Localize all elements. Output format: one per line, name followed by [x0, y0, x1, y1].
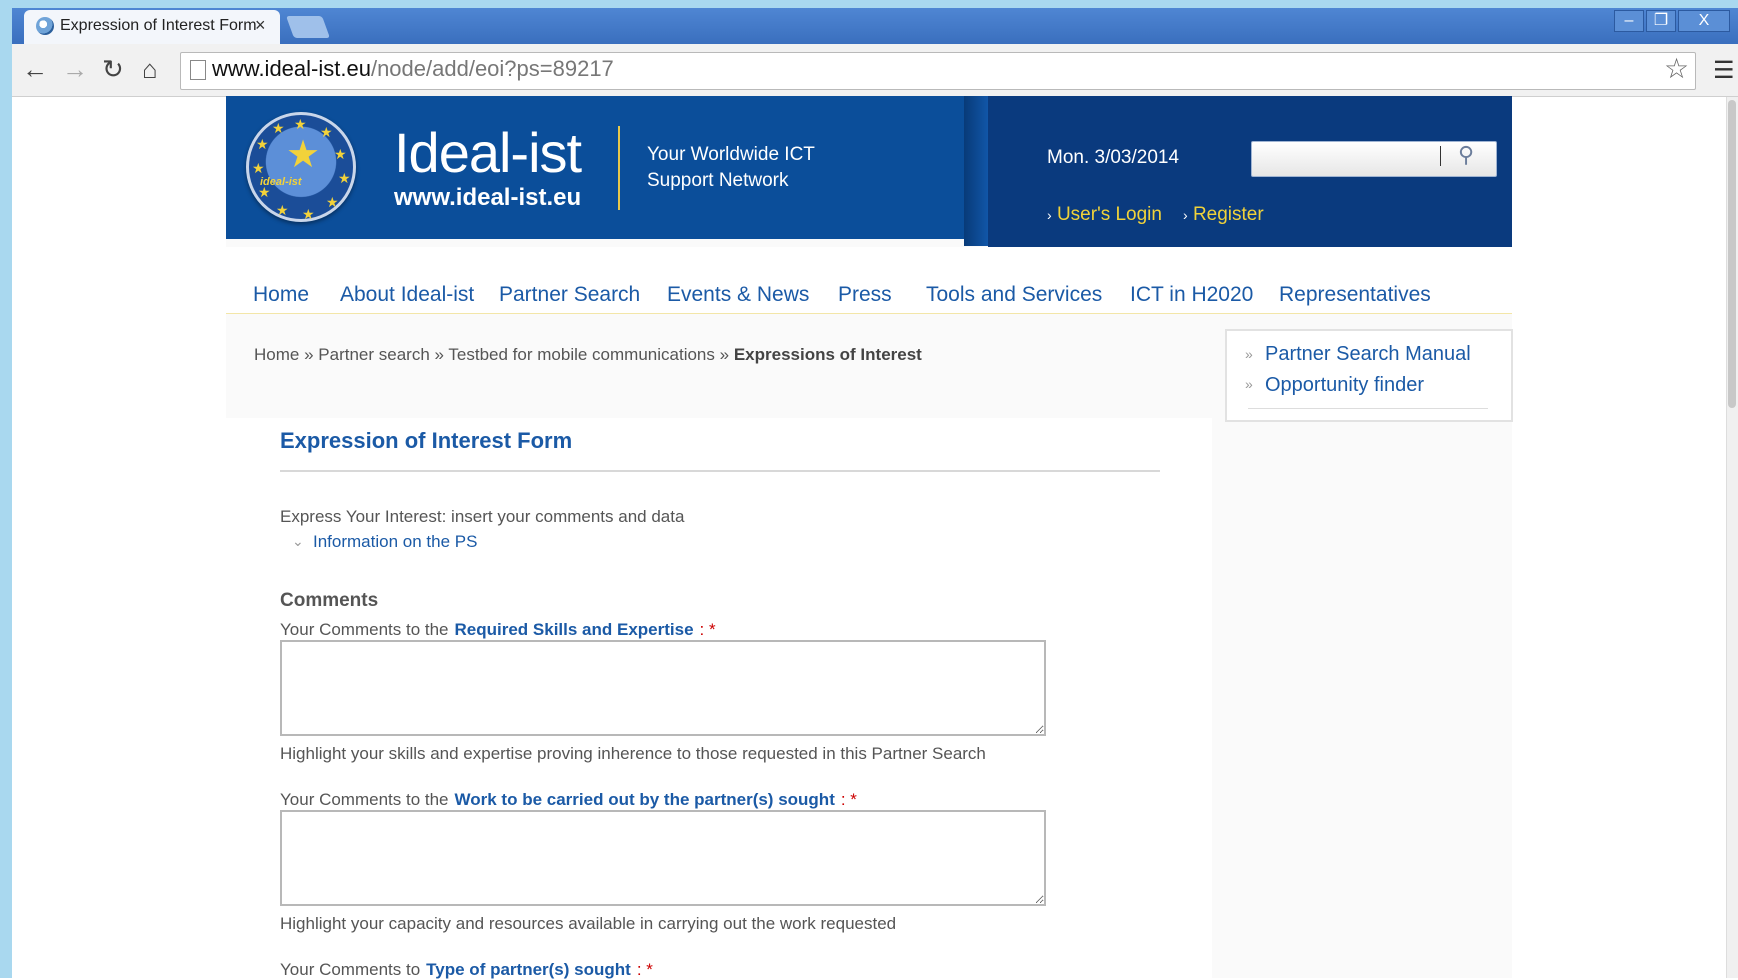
label-prefix: Your Comments to	[280, 960, 421, 979]
nav-representatives[interactable]: Representatives	[1279, 283, 1431, 307]
breadcrumb-testbed[interactable]: Testbed for mobile communications	[448, 345, 714, 364]
nav-events-news[interactable]: Events & News	[667, 283, 809, 307]
info-ps-link[interactable]: Information on the PS	[313, 532, 477, 552]
register-chevron-icon: ›	[1183, 207, 1188, 223]
login-link[interactable]: › User's Login	[1047, 204, 1162, 226]
forward-icon[interactable]: →	[62, 54, 88, 85]
label-highlight[interactable]: Work to be carried out by the partner(s)…	[455, 790, 835, 809]
close-window-button[interactable]: X	[1678, 10, 1730, 32]
page-icon	[190, 60, 206, 80]
field-label-skills: Your Comments to the Required Skills and …	[280, 620, 716, 640]
required-mark: : *	[840, 790, 857, 809]
nav-about[interactable]: About Ideal-ist	[340, 283, 474, 307]
sidebar-link-opportunity[interactable]: Opportunity finder	[1265, 374, 1424, 397]
brand-url[interactable]: www.ideal-ist.eu	[394, 184, 581, 212]
logo-text: ideal-ist	[260, 176, 302, 188]
breadcrumb-separator: »	[434, 345, 444, 364]
tab-title: Expression of Interest Form	[60, 17, 257, 34]
scrollbar-thumb[interactable]	[1728, 100, 1736, 408]
breadcrumb-home[interactable]: Home	[254, 345, 299, 364]
url-text[interactable]: www.ideal-ist.eu/node/add/eoi?ps=89217	[212, 56, 614, 82]
register-label: Register	[1192, 204, 1264, 225]
nav-press[interactable]: Press	[838, 283, 892, 307]
work-comment-textarea[interactable]	[280, 810, 1046, 906]
chevron-right-icon: »	[1245, 376, 1253, 392]
intro-text: Express Your Interest: insert your comme…	[280, 507, 685, 526]
search-icon[interactable]: ⚲	[1458, 142, 1474, 168]
reload-icon[interactable]: ↻	[102, 54, 124, 85]
brand-name[interactable]: Ideal-ist	[394, 120, 582, 185]
sidebar-divider	[1248, 408, 1488, 409]
tab-close-icon[interactable]: ×	[255, 15, 266, 36]
comments-heading: Comments	[280, 590, 379, 611]
required-mark: : *	[636, 960, 653, 979]
breadcrumb-separator: »	[719, 345, 730, 364]
bookmark-star-icon[interactable]: ☆	[1664, 52, 1689, 85]
label-highlight[interactable]: Type of partner(s) sought	[426, 960, 631, 979]
minimize-button[interactable]: –	[1614, 10, 1644, 32]
nav-home[interactable]: Home	[253, 283, 309, 307]
search-caret	[1440, 146, 1441, 166]
desktop-background	[0, 0, 1738, 8]
restore-button[interactable]: ❐	[1646, 10, 1676, 32]
site-header-fold	[964, 96, 988, 246]
menu-icon[interactable]: ☰	[1713, 56, 1735, 85]
breadcrumb-current: Expressions of Interest	[733, 345, 922, 364]
tagline-line2: Support Network	[647, 170, 789, 191]
field-label-partner-type: Your Comments to Type of partner(s) sough…	[280, 960, 653, 980]
field-label-work: Your Comments to the Work to be carried o…	[280, 790, 857, 810]
header-date: Mon. 3/03/2014	[1047, 147, 1180, 168]
favicon-icon	[36, 17, 54, 35]
login-label: User's Login	[1056, 204, 1162, 225]
url-path: /node/add/eoi?ps=89217	[370, 56, 614, 81]
label-prefix: Your Comments to the	[280, 620, 449, 639]
logo-figure-icon: ★	[286, 134, 321, 176]
skills-hint: Highlight your skills and expertise prov…	[280, 744, 986, 763]
title-divider	[280, 470, 1160, 472]
skills-comment-textarea[interactable]	[280, 640, 1046, 736]
breadcrumb: Home » Partner search » Testbed for mobi…	[254, 345, 922, 365]
chevron-down-icon[interactable]: ⌄	[292, 533, 304, 550]
breadcrumb-separator: »	[304, 345, 314, 364]
nav-partner-search[interactable]: Partner Search	[499, 283, 640, 307]
tagline-line1: Your Worldwide ICT	[647, 144, 815, 165]
page-title: Expression of Interest Form	[280, 428, 573, 453]
url-host: www.ideal-ist.eu	[212, 56, 371, 81]
brand-divider	[618, 126, 620, 210]
nav-ict-h2020[interactable]: ICT in H2020	[1130, 283, 1253, 307]
new-tab-button[interactable]	[285, 16, 331, 38]
login-chevron-icon: ›	[1047, 207, 1052, 223]
desktop-background-left	[0, 0, 12, 978]
required-mark: : *	[699, 620, 716, 639]
nav-tools-services[interactable]: Tools and Services	[926, 283, 1102, 307]
back-icon[interactable]: ←	[22, 54, 48, 85]
work-hint: Highlight your capacity and resources av…	[280, 914, 897, 933]
sidebar-link-manual[interactable]: Partner Search Manual	[1265, 343, 1471, 366]
home-icon[interactable]: ⌂	[142, 54, 158, 85]
chevron-right-icon: »	[1245, 346, 1253, 362]
register-link[interactable]: › Register	[1183, 204, 1264, 226]
label-highlight[interactable]: Required Skills and Expertise	[455, 620, 694, 639]
breadcrumb-partner-search[interactable]: Partner search	[318, 345, 430, 364]
label-prefix: Your Comments to the	[280, 790, 449, 809]
